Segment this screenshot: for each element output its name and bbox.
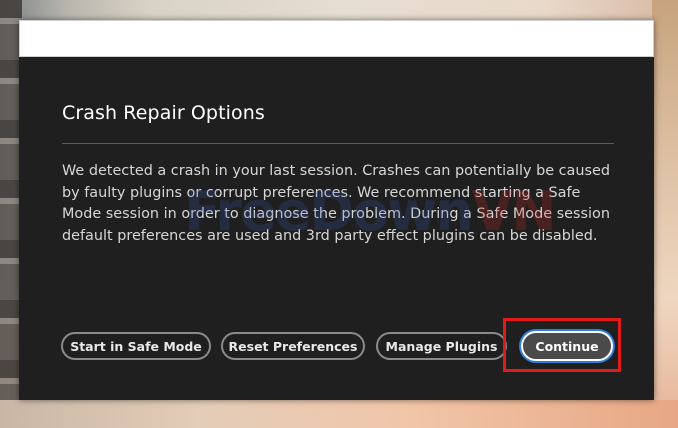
dialog-header-strip — [19, 20, 654, 57]
background-bottom — [0, 400, 678, 428]
start-safe-mode-button[interactable]: Start in Safe Mode — [61, 332, 211, 360]
reset-preferences-button[interactable]: Reset Preferences — [221, 332, 365, 360]
crash-repair-dialog: Crash Repair Options We detected a crash… — [19, 20, 654, 400]
title-divider — [62, 143, 614, 144]
continue-button[interactable]: Continue — [521, 331, 613, 361]
dialog-title: Crash Repair Options — [62, 102, 265, 124]
manage-plugins-button[interactable]: Manage Plugins — [376, 332, 507, 360]
dialog-message: We detected a crash in your last session… — [62, 163, 610, 244]
background-sky-right — [652, 0, 678, 428]
